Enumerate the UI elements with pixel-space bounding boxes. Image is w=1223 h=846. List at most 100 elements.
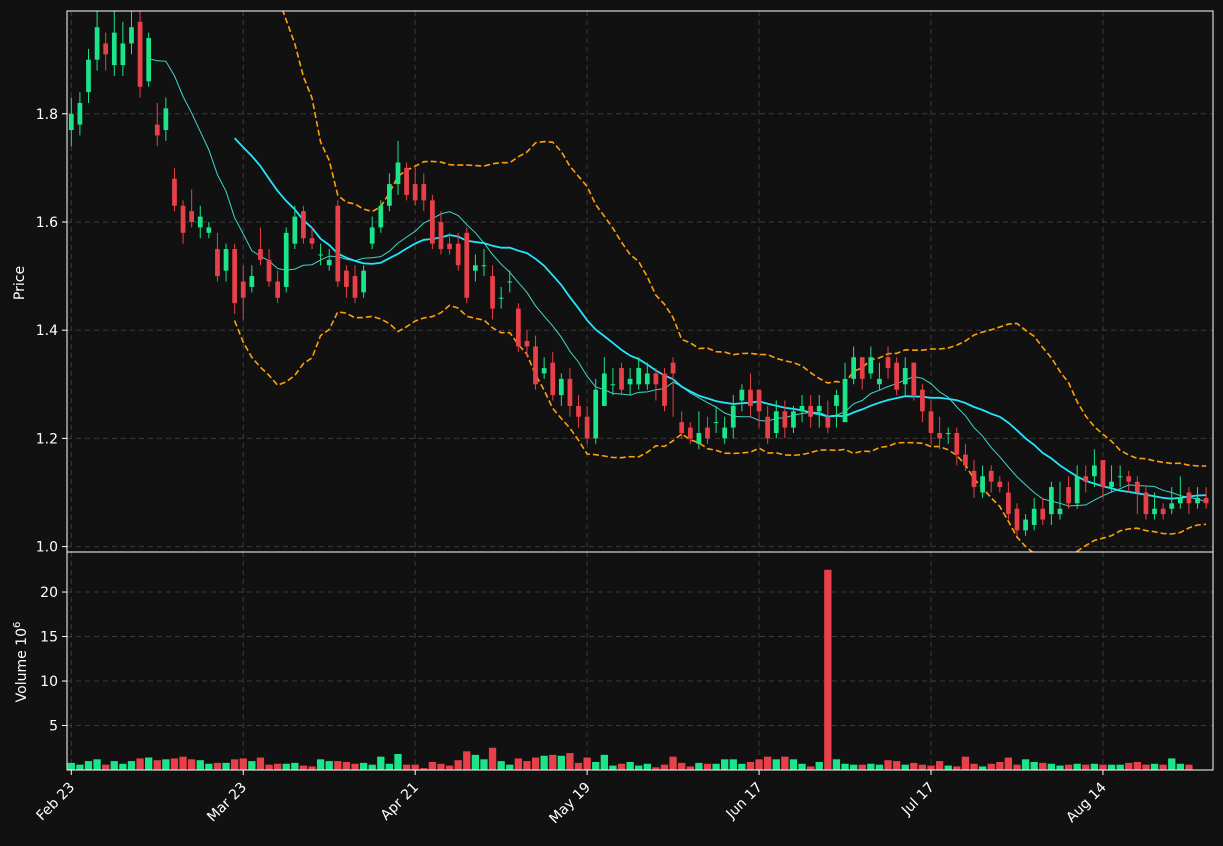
volume-bar bbox=[188, 759, 196, 770]
candle-body bbox=[1040, 508, 1046, 520]
volume-bar bbox=[996, 761, 1004, 770]
volume-bar bbox=[67, 762, 75, 770]
volume-bar bbox=[867, 763, 875, 770]
volume-bar bbox=[506, 764, 514, 770]
candle-body bbox=[834, 395, 839, 406]
candle-body bbox=[816, 405, 822, 412]
volume-bar bbox=[626, 761, 634, 770]
candle-body bbox=[1049, 487, 1054, 515]
candle-body bbox=[748, 389, 753, 406]
volume-bar bbox=[789, 759, 798, 770]
date-tick-label: Jul 17 bbox=[898, 780, 938, 820]
volume-bar bbox=[815, 761, 823, 770]
volume-bar bbox=[205, 763, 213, 770]
volume-bar bbox=[1004, 757, 1013, 770]
candle-body bbox=[1006, 492, 1011, 515]
volume-bar bbox=[531, 757, 540, 770]
candle-body bbox=[266, 259, 272, 282]
volume-bar bbox=[316, 759, 325, 770]
volume-bar bbox=[377, 756, 385, 770]
volume-bar bbox=[428, 761, 437, 770]
volume-bar bbox=[102, 764, 110, 770]
moving-average-layer bbox=[148, 58, 1207, 507]
volume-bar bbox=[772, 759, 780, 770]
candle-body bbox=[782, 411, 788, 428]
volume-bar bbox=[540, 755, 548, 770]
candle-body bbox=[601, 373, 607, 406]
volume-bar bbox=[1125, 762, 1133, 770]
volume-bar bbox=[291, 762, 299, 770]
volume-bar bbox=[1047, 763, 1056, 770]
volume-bar bbox=[471, 754, 480, 770]
candle-body bbox=[567, 378, 573, 406]
candle-body bbox=[687, 427, 693, 439]
panel-frame-layer bbox=[66, 10, 1214, 771]
candle-body bbox=[387, 184, 392, 206]
candle-body bbox=[696, 432, 702, 444]
date-tick-label: Apr 21 bbox=[378, 780, 422, 824]
candle-body bbox=[395, 162, 401, 185]
volume-bar bbox=[738, 763, 746, 770]
candle-body bbox=[197, 216, 203, 228]
candle-body bbox=[498, 297, 504, 299]
volume-bar bbox=[910, 762, 918, 770]
candle-body bbox=[799, 405, 805, 412]
candle-body bbox=[765, 416, 771, 439]
volume-bar bbox=[127, 761, 136, 770]
volume-bar bbox=[755, 759, 763, 770]
volume-bar bbox=[523, 761, 531, 770]
candle-body bbox=[550, 362, 556, 396]
volume-bar bbox=[342, 761, 351, 770]
candle-body bbox=[1091, 465, 1097, 477]
volume-bar bbox=[437, 763, 445, 770]
volume-bar bbox=[824, 569, 832, 770]
volume-bar bbox=[1039, 762, 1047, 770]
candle-body bbox=[180, 205, 186, 233]
candle-body bbox=[713, 422, 719, 424]
volume-bar bbox=[1021, 759, 1030, 770]
upper-band-line bbox=[282, 11, 1207, 467]
candle-body bbox=[653, 373, 659, 385]
candle-body bbox=[447, 243, 452, 250]
volume-bar bbox=[230, 759, 239, 770]
candle-body bbox=[920, 389, 925, 412]
candle-body bbox=[352, 276, 358, 298]
volume-bar bbox=[1176, 763, 1184, 770]
candle-body bbox=[1023, 519, 1028, 531]
volume-bar bbox=[334, 761, 342, 770]
candle-body bbox=[610, 384, 616, 386]
candle-body bbox=[361, 270, 366, 293]
volume-bar bbox=[1142, 764, 1150, 770]
candle-body bbox=[369, 227, 375, 244]
volume-tick-label: 5 bbox=[49, 719, 58, 735]
volume-bar bbox=[1064, 764, 1073, 770]
date-tick-label: Aug 14 bbox=[1063, 779, 1109, 825]
volume-bar bbox=[213, 762, 222, 770]
date-tick-label: Feb 23 bbox=[34, 780, 79, 825]
volume-bar bbox=[978, 766, 987, 770]
volume-bar bbox=[764, 756, 772, 770]
candle-body bbox=[1195, 497, 1200, 504]
candle-body bbox=[894, 362, 899, 390]
candle-body bbox=[344, 270, 349, 287]
candle-body bbox=[412, 184, 418, 201]
candle-body bbox=[644, 373, 650, 385]
candle-body bbox=[722, 427, 728, 439]
volume-bar bbox=[454, 760, 462, 770]
candle-body bbox=[980, 476, 985, 493]
volume-bar bbox=[944, 765, 952, 770]
candle-body bbox=[902, 368, 908, 385]
volume-bar bbox=[1099, 764, 1107, 770]
volume-bar bbox=[858, 764, 866, 770]
candle-body bbox=[808, 405, 814, 417]
candle-body bbox=[490, 276, 495, 309]
candle-body bbox=[318, 254, 323, 256]
candle-body bbox=[421, 184, 427, 201]
candle-body bbox=[240, 281, 246, 298]
volume-bar bbox=[549, 754, 557, 770]
volume-bar bbox=[368, 764, 376, 770]
volume-bar bbox=[273, 763, 282, 770]
volume-bar bbox=[987, 763, 995, 770]
candle-body bbox=[1152, 508, 1157, 515]
candle-body bbox=[430, 200, 435, 244]
